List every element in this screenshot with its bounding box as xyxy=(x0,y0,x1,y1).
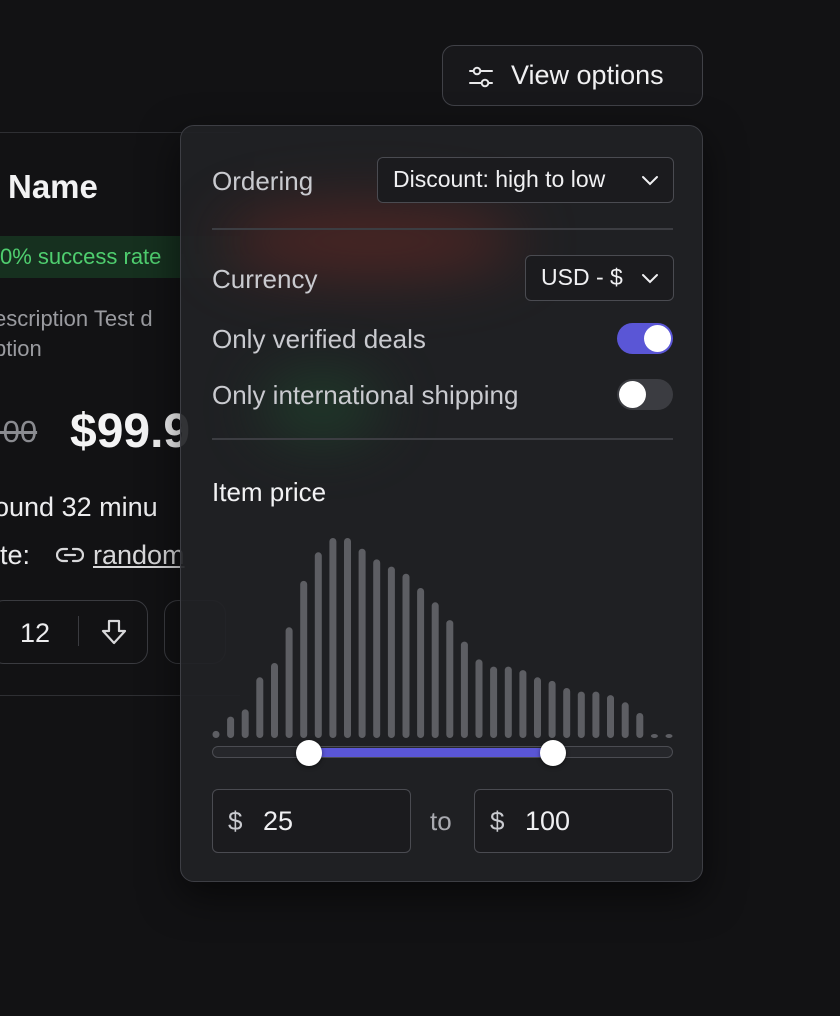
histogram-bar xyxy=(387,566,395,738)
histogram-bar xyxy=(475,659,483,738)
ordering-label: Ordering xyxy=(212,166,314,196)
histogram-bar xyxy=(431,602,439,738)
divider xyxy=(212,438,673,440)
histogram-bar xyxy=(314,552,322,738)
item-price-title: Item price xyxy=(212,477,327,507)
link-icon xyxy=(56,547,84,563)
histogram-bar xyxy=(446,620,454,738)
currency-label: Currency xyxy=(212,264,318,294)
histogram-bar xyxy=(344,538,351,738)
toggle-knob xyxy=(619,381,646,408)
histogram-bar xyxy=(300,580,308,738)
histogram-bar xyxy=(504,666,512,738)
range-to-label: to xyxy=(430,806,452,836)
price-range-fill xyxy=(308,748,554,757)
verified-deals-label: Only verified deals xyxy=(212,324,426,354)
histogram-bar xyxy=(241,709,249,738)
price-min-handle[interactable] xyxy=(295,740,322,766)
min-price-value: 25 xyxy=(263,806,294,836)
deal-price: $99.9 xyxy=(70,405,191,458)
histogram-bar xyxy=(460,641,468,738)
price-max-handle[interactable] xyxy=(540,740,567,766)
histogram-bar xyxy=(402,573,410,738)
histogram-bar xyxy=(417,588,425,738)
chevron-down-icon xyxy=(642,274,658,284)
ordering-select[interactable]: Discount: high to low xyxy=(377,157,674,203)
downvote-icon[interactable] xyxy=(98,616,130,648)
currency-select-value: USD - $ xyxy=(541,264,623,290)
histogram-bar xyxy=(373,559,381,738)
sliders-icon xyxy=(469,66,493,88)
currency-symbol: $ xyxy=(490,806,505,836)
view-options-button[interactable]: View options xyxy=(442,45,703,106)
histogram-bar xyxy=(519,670,527,738)
price-histogram xyxy=(212,538,673,738)
histogram-bar xyxy=(534,677,541,738)
histogram-bar xyxy=(271,663,278,738)
view-options-label: View options xyxy=(511,60,664,90)
international-shipping-toggle[interactable] xyxy=(617,379,673,410)
view-options-popover: Ordering Discount: high to low Currency … xyxy=(180,125,703,882)
found-time: ound 32 minu xyxy=(0,492,158,522)
histogram-bar xyxy=(358,548,366,738)
histogram-bar xyxy=(650,734,658,738)
vote-divider xyxy=(78,616,79,646)
histogram-bar xyxy=(329,538,337,738)
original-price: .00 xyxy=(0,414,38,449)
vote-count: 12 xyxy=(20,618,51,648)
histogram-bar xyxy=(285,627,293,738)
min-price-input[interactable]: $ 25 xyxy=(212,789,411,853)
histogram-bar xyxy=(563,688,571,738)
divider xyxy=(212,228,673,230)
histogram-bar xyxy=(621,702,629,738)
histogram-bar xyxy=(256,677,264,738)
currency-select[interactable]: USD - $ xyxy=(525,255,674,301)
histogram-bar xyxy=(636,713,644,738)
histogram-bar xyxy=(665,734,673,738)
histogram-bar xyxy=(212,730,220,738)
chevron-down-icon xyxy=(642,176,658,186)
deal-title: Name xyxy=(8,168,98,205)
histogram-bar xyxy=(577,691,585,738)
histogram-bar xyxy=(490,666,498,738)
site-link[interactable]: random xyxy=(93,540,185,571)
verified-deals-toggle[interactable] xyxy=(617,323,673,354)
currency-symbol: $ xyxy=(228,806,243,836)
toggle-knob xyxy=(644,325,671,352)
histogram-bar xyxy=(548,680,556,738)
site-label: ite: xyxy=(0,540,31,570)
max-price-input[interactable]: $ 100 xyxy=(474,789,673,853)
max-price-value: 100 xyxy=(525,806,571,836)
histogram-bar xyxy=(227,716,235,738)
ordering-select-value: Discount: high to low xyxy=(393,166,606,192)
histogram-bar xyxy=(607,695,614,738)
international-shipping-label: Only international shipping xyxy=(212,380,519,410)
histogram-bar xyxy=(592,691,600,738)
